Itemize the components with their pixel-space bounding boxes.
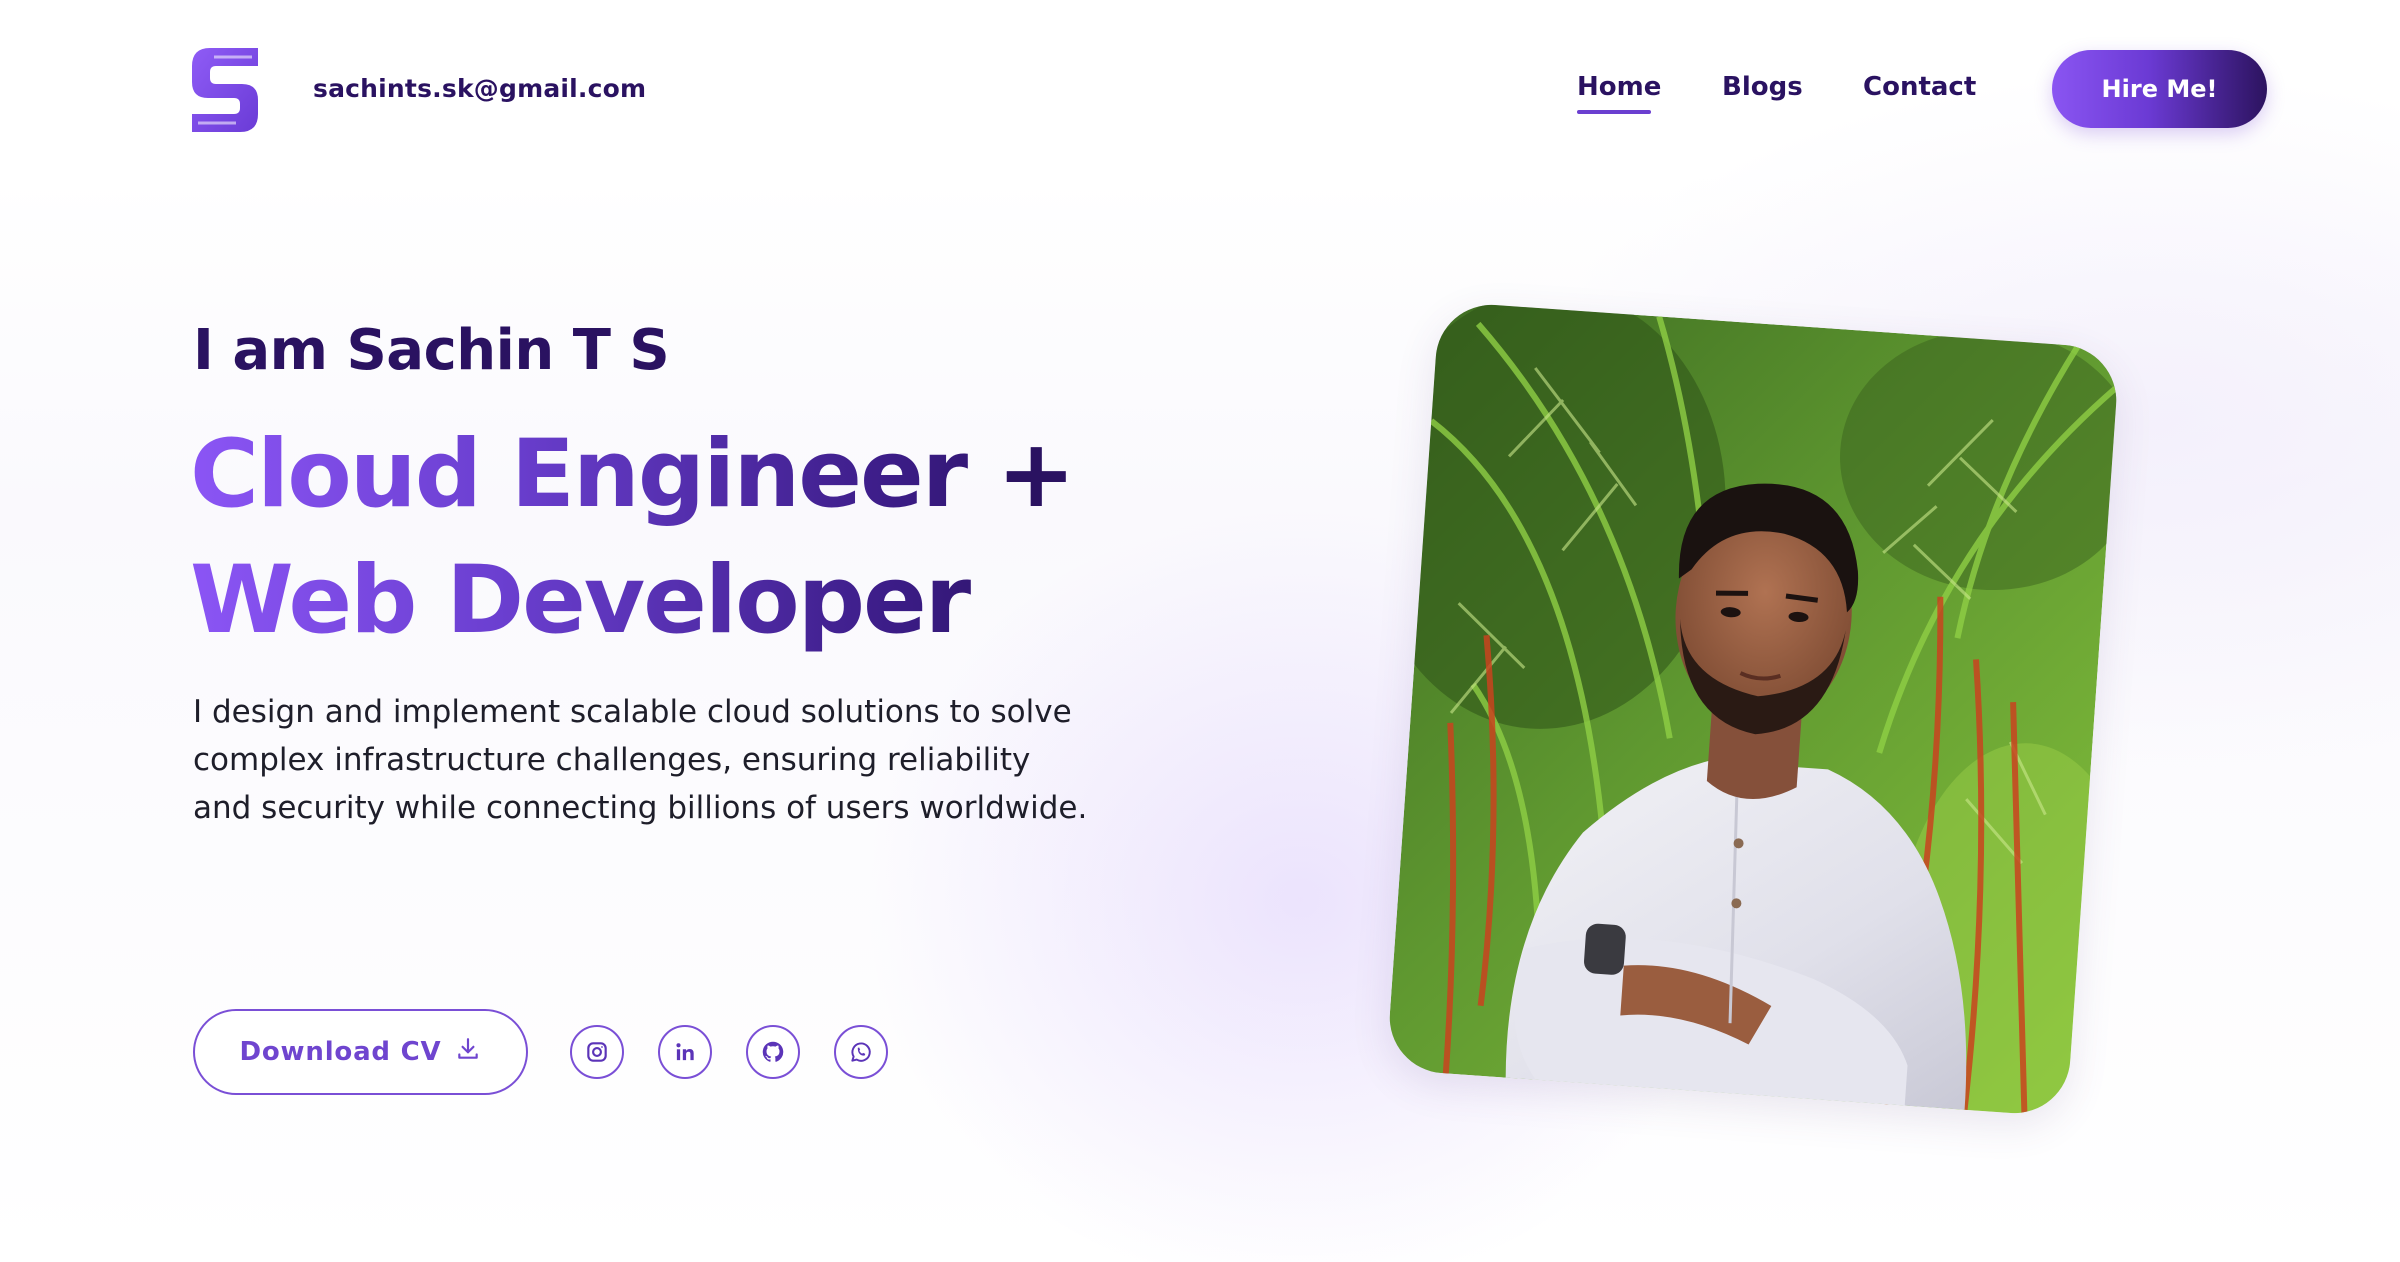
profile-photo [1385,301,2121,1117]
headline-line-1-text: Cloud Engineer [190,420,967,529]
headline-line-1: Cloud Engineer + [190,412,1076,538]
hire-me-button[interactable]: Hire Me! [2052,50,2267,128]
whatsapp-icon[interactable] [834,1025,888,1079]
hero-headline: Cloud Engineer + Web Developer [190,412,1076,664]
hero-description: I design and implement scalable cloud so… [193,694,1088,826]
site-header: sachints.sk@gmail.com Home Blogs Contact… [0,0,2400,180]
github-icon[interactable] [746,1025,800,1079]
instagram-icon[interactable] [570,1025,624,1079]
s-logo-icon[interactable] [192,48,258,132]
download-cv-label: Download CV [239,1037,442,1067]
download-cv-button[interactable]: Download CV [193,1009,528,1095]
download-icon [455,1036,481,1069]
nav-item-blogs[interactable]: Blogs [1722,72,1803,102]
linkedin-icon[interactable] [658,1025,712,1079]
headline-line-2: Web Developer [190,538,1074,664]
nav-active-indicator [1577,110,1651,114]
contact-email[interactable]: sachints.sk@gmail.com [313,74,646,103]
headline-plus: + [996,420,1076,529]
nav-item-contact[interactable]: Contact [1863,72,1976,102]
hero-greeting: I am Sachin T S [193,318,670,383]
nav-item-home[interactable]: Home [1577,72,1661,102]
